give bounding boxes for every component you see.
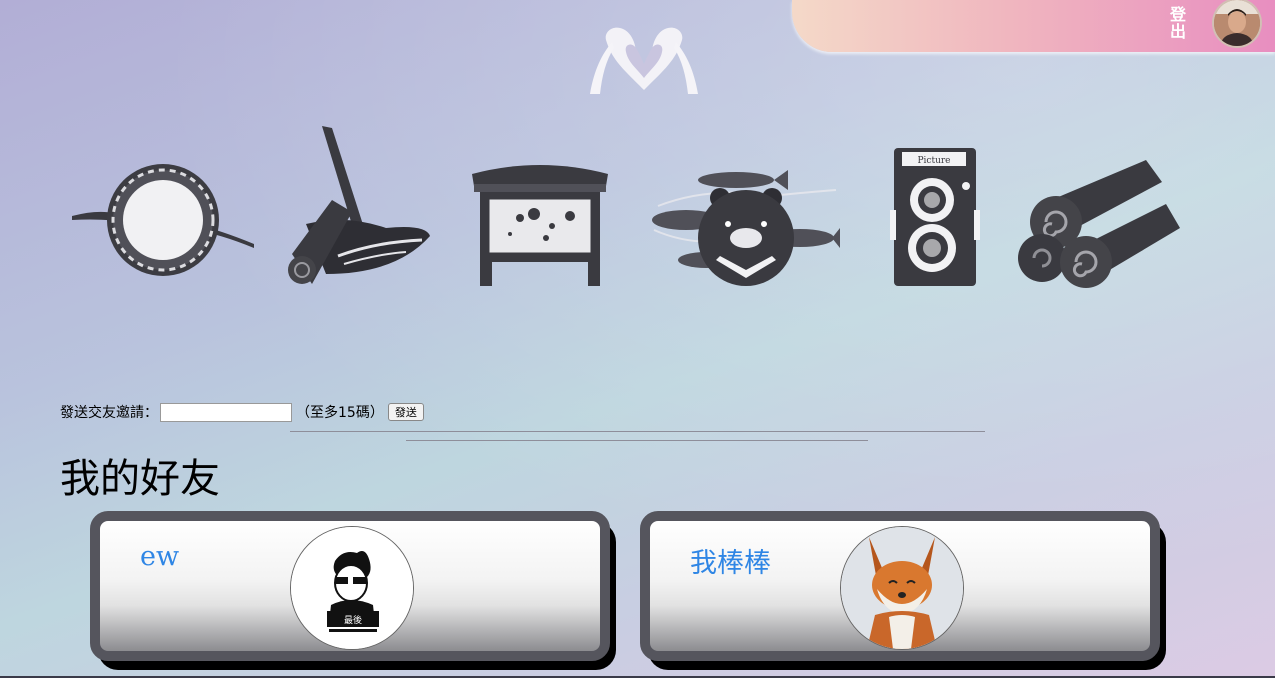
invite-hint: （至多15碼） <box>296 405 384 421</box>
divider <box>290 431 985 432</box>
fox-photo-icon <box>841 527 963 649</box>
divider <box>406 440 868 441</box>
logout-button[interactable]: 登 出 <box>1168 6 1188 40</box>
bear-fish-icon[interactable] <box>650 166 840 290</box>
round-frame-icon[interactable] <box>70 160 256 280</box>
camera-icon[interactable]: Picture <box>890 146 980 288</box>
scroll-rolls-icon[interactable] <box>1016 158 1186 290</box>
invite-row: 發送交友邀請： （至多15碼） 發送 <box>60 401 424 423</box>
friend-avatar <box>840 526 964 650</box>
logo-icon <box>590 27 698 94</box>
invite-input[interactable] <box>160 402 292 422</box>
top-bar <box>792 0 1275 52</box>
svg-text:最後: 最後 <box>344 614 362 626</box>
friend-card[interactable]: 我棒棒 <box>640 511 1160 661</box>
invite-label: 發送交友邀請： <box>60 405 158 421</box>
friends-title: 我的好友 <box>60 456 220 502</box>
user-avatar-icon <box>1214 0 1260 46</box>
user-avatar[interactable] <box>1212 0 1262 48</box>
cartoon-man-icon: 最後 <box>291 527 413 649</box>
temple-board-icon[interactable] <box>470 160 610 288</box>
friend-name: 我棒棒 <box>690 548 771 579</box>
send-button[interactable]: 發送 <box>387 403 424 421</box>
friend-name: ew <box>140 541 180 572</box>
brush-scroll-icon[interactable] <box>286 124 432 290</box>
friend-card[interactable]: ew 最後 <box>90 511 610 661</box>
friend-avatar: 最後 <box>290 526 414 650</box>
svg-text:Picture: Picture <box>917 156 950 166</box>
